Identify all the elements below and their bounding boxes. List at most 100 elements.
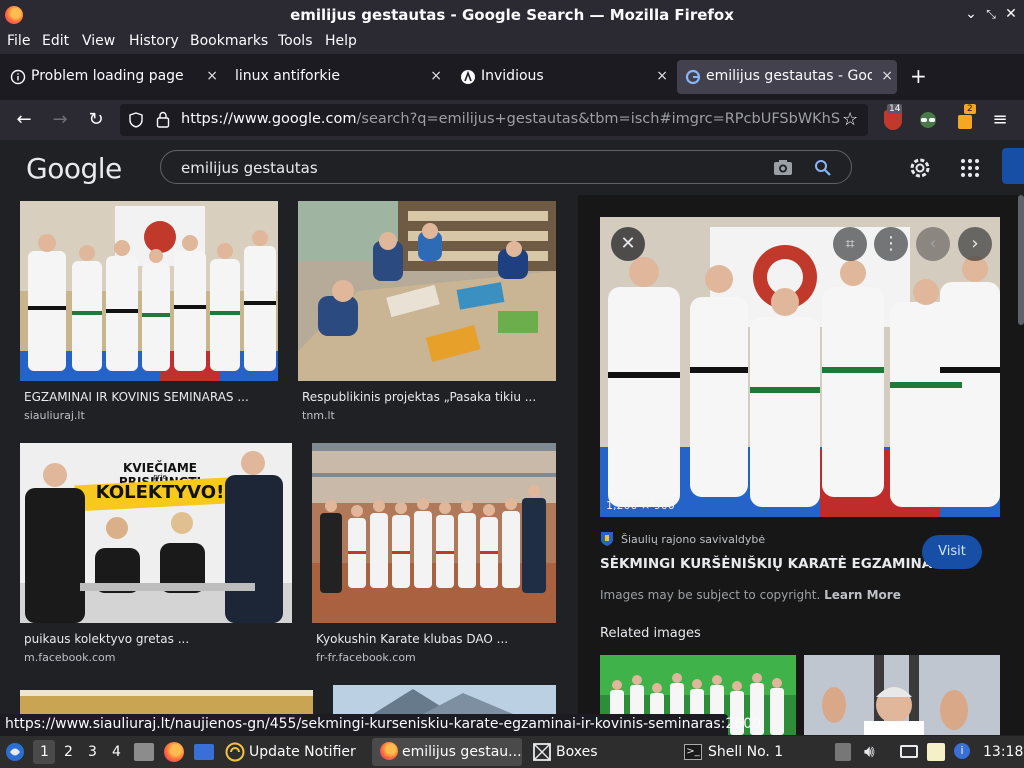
workspace-1[interactable]: 1 xyxy=(40,744,49,760)
learn-more-link[interactable]: Learn More xyxy=(824,588,901,602)
result-source[interactable]: m.facebook.com xyxy=(24,651,115,664)
update-notifier-icon xyxy=(225,742,245,762)
menu-view[interactable]: View xyxy=(82,33,115,49)
desktop-icon[interactable] xyxy=(194,744,214,760)
info-icon xyxy=(10,69,26,85)
shell-task[interactable]: Shell No. 1 xyxy=(708,744,783,760)
invidious-icon xyxy=(461,70,475,84)
update-notifier-task[interactable]: Update Notifier xyxy=(249,744,356,760)
new-tab-button[interactable]: + xyxy=(910,64,927,88)
result-caption[interactable]: Respublikinis projektas „Pasaka tikiu ..… xyxy=(302,390,536,404)
google-header: Google emilijus gestautas xyxy=(0,140,1024,195)
restore-icon[interactable]: ⤡ xyxy=(982,5,1000,23)
bookmark-star-icon[interactable]: ☆ xyxy=(842,109,858,130)
tab-label: Problem loading page xyxy=(31,68,184,84)
sign-in-button[interactable] xyxy=(1002,148,1024,184)
minimize-icon[interactable]: ⌄ xyxy=(962,5,980,23)
apps-grid-icon[interactable] xyxy=(960,158,980,178)
firefox-launcher-icon[interactable] xyxy=(164,742,184,762)
related-image-2[interactable] xyxy=(804,655,1000,735)
result-image-5[interactable] xyxy=(20,690,313,714)
result-image-1[interactable] xyxy=(20,201,278,381)
close-preview-button[interactable]: ✕ xyxy=(611,227,645,261)
start-menu-icon[interactable] xyxy=(5,742,25,762)
tab-invidious[interactable]: Invidious × xyxy=(452,60,672,94)
back-icon[interactable]: ← xyxy=(13,109,35,131)
preview-image[interactable]: 1,200 × 900 xyxy=(600,217,1000,517)
result-source[interactable]: tnm.lt xyxy=(302,409,335,422)
menu-help[interactable]: Help xyxy=(325,33,357,49)
publisher-name[interactable]: Šiaulių rajono savivaldybė xyxy=(621,533,765,546)
app-menu-icon[interactable]: ≡ xyxy=(989,109,1011,131)
next-image-icon[interactable]: › xyxy=(958,227,992,261)
menu-tools[interactable]: Tools xyxy=(278,33,313,49)
tab-close-icon[interactable]: × xyxy=(881,68,893,84)
volume-icon[interactable]: 🔊︎ xyxy=(864,742,875,762)
notes-icon[interactable] xyxy=(927,743,945,761)
preview-title[interactable]: SĖKMINGI KURŠĖNIŠKIŲ KARATĖ EGZAMINA... xyxy=(600,556,948,572)
window-titlebar: emilijus gestautas - Google Search — Moz… xyxy=(0,0,1024,30)
more-options-icon[interactable]: ⋮ xyxy=(874,227,908,261)
url-text[interactable]: https://www.google.com/search?q=emilijus… xyxy=(181,111,841,127)
menu-file[interactable]: File xyxy=(7,33,30,49)
result-source[interactable]: fr-fr.facebook.com xyxy=(316,651,416,664)
result-caption[interactable]: puikaus kolektyvo gretas ... xyxy=(24,632,189,646)
menu-edit[interactable]: Edit xyxy=(42,33,69,49)
boxes-task[interactable]: Boxes xyxy=(556,744,598,760)
copyright-notice: Images may be subject to copyright. Lear… xyxy=(600,588,901,602)
page-scrollbar[interactable] xyxy=(1018,195,1024,325)
mountain-photo xyxy=(373,689,513,714)
close-window-icon[interactable]: ✕ xyxy=(1002,5,1020,23)
clipboard-tray-icon[interactable] xyxy=(835,743,851,761)
tab-label: Invidious xyxy=(481,68,544,84)
result-image-3[interactable]: KVIEČIAME PRISIJUNGTI prie KOLEKTYVO! xyxy=(20,443,292,623)
firefox-task[interactable]: emilijus gestau... xyxy=(402,744,522,760)
notification-badge: 2 xyxy=(964,104,976,114)
image-dimensions: 1,200 × 900 xyxy=(606,499,675,512)
lock-icon[interactable] xyxy=(156,111,170,128)
info-tray-icon[interactable]: i xyxy=(954,743,970,759)
reload-icon[interactable]: ↻ xyxy=(85,109,107,131)
google-g-icon xyxy=(685,69,701,85)
tab-close-icon[interactable]: × xyxy=(656,68,668,84)
network-icon[interactable] xyxy=(900,745,918,758)
result-source[interactable]: siauliuraj.lt xyxy=(24,409,85,422)
file-manager-icon[interactable] xyxy=(134,743,154,761)
related-images-heading: Related images xyxy=(600,626,701,641)
result-image-4[interactable] xyxy=(312,443,556,623)
karate-group-photo xyxy=(20,201,278,381)
result-image-2[interactable] xyxy=(298,201,556,381)
menu-bookmarks[interactable]: Bookmarks xyxy=(190,33,268,49)
lens-search-icon[interactable]: ⌗ xyxy=(833,227,867,261)
visit-button[interactable]: Visit xyxy=(922,535,982,569)
tab-close-icon[interactable]: × xyxy=(430,68,442,84)
tab-google-search[interactable]: emilijus gestautas - Goog × xyxy=(677,60,897,94)
terminal-icon: >_ xyxy=(684,744,702,760)
settings-gear-icon[interactable] xyxy=(908,156,932,180)
previous-image-icon[interactable]: ‹ xyxy=(916,227,950,261)
tab-linux-antiforkie[interactable]: linux antiforkie × xyxy=(226,60,446,94)
shield-icon[interactable] xyxy=(128,112,144,128)
result-caption[interactable]: Kyokushin Karate klubas DAO ... xyxy=(316,632,508,646)
search-icon[interactable] xyxy=(814,159,832,177)
camera-search-icon[interactable] xyxy=(773,159,793,176)
forward-icon[interactable]: → xyxy=(49,109,71,131)
recruiting-photo xyxy=(20,451,292,623)
image-preview-panel: 1,200 × 900 ✕ ⌗ ⋮ ‹ › Šiaulių rajono sav… xyxy=(578,195,1024,735)
workspace-4[interactable]: 4 xyxy=(112,744,121,760)
result-caption[interactable]: EGZAMINAI IR KOVINIS SEMINARAS ... xyxy=(24,390,249,404)
tab-close-icon[interactable]: × xyxy=(206,68,218,84)
search-query[interactable]: emilijus gestautas xyxy=(181,159,318,177)
menu-history[interactable]: History xyxy=(129,33,179,49)
workspace-3[interactable]: 3 xyxy=(88,744,97,760)
url-bar[interactable]: https://www.google.com/search?q=emilijus… xyxy=(120,104,868,136)
dao-club-photo xyxy=(312,443,556,623)
result-image-6[interactable] xyxy=(333,685,556,714)
tab-problem-loading[interactable]: Problem loading page × xyxy=(2,60,222,94)
workspace-2[interactable]: 2 xyxy=(64,744,73,760)
search-input[interactable]: emilijus gestautas xyxy=(160,150,852,184)
privacy-extension-icon[interactable] xyxy=(918,110,938,130)
google-logo[interactable]: Google xyxy=(26,152,122,185)
link-status-bar: https://www.siauliuraj.lt/naujienos-gn/4… xyxy=(0,714,761,736)
tab-label: linux antiforkie xyxy=(235,68,340,84)
